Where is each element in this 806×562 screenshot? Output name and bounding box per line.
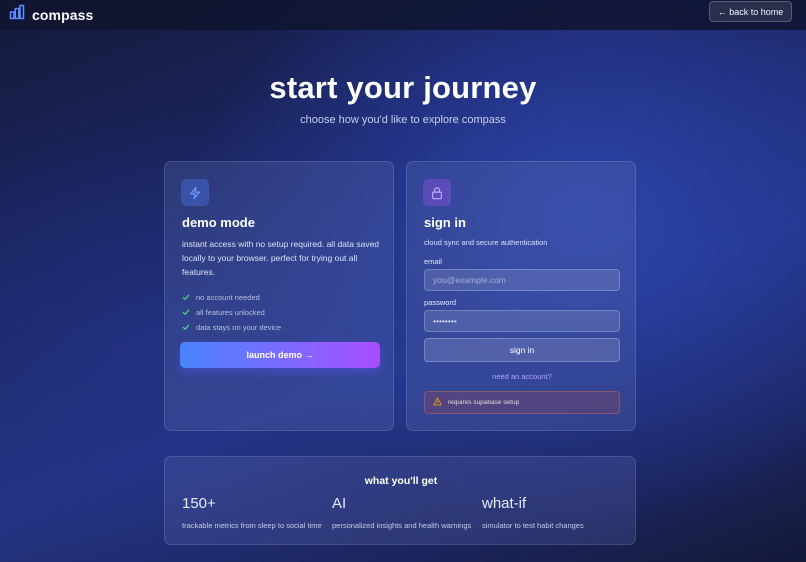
- stat-label: simulator to test habit changes: [482, 521, 584, 530]
- benefits-title: what you'll get: [364, 475, 438, 487]
- feature-item: no account needed: [182, 290, 281, 305]
- email-field[interactable]: you@example.com: [424, 269, 620, 291]
- demo-mode-card: demo mode instant access with no setup r…: [164, 161, 394, 431]
- demo-features-list: no account needed all features unlocked …: [182, 290, 281, 335]
- demo-mode-description: instant access with no setup required. a…: [182, 239, 380, 277]
- back-to-home-button[interactable]: ← back to home: [709, 1, 792, 22]
- stat-item: AI personalized insights and health warn…: [332, 495, 471, 530]
- stat-label: personalized insights and health warning…: [332, 521, 472, 530]
- check-icon: [182, 293, 190, 303]
- brand-name: compass: [32, 6, 94, 23]
- feature-item: all features unlocked: [182, 305, 281, 320]
- feature-label: data stays on your device: [196, 323, 282, 332]
- password-field[interactable]: ••••••••: [424, 310, 620, 332]
- benefits-section: what you'll get 150+ trackable metrics f…: [164, 456, 636, 545]
- sign-in-title: sign in: [424, 215, 466, 230]
- sign-in-card: sign in cloud sync and secure authentica…: [406, 161, 636, 431]
- feature-label: all features unlocked: [196, 308, 265, 317]
- bar-chart-icon: [9, 4, 25, 25]
- feature-item: data stays on your device: [182, 320, 281, 335]
- check-icon: [182, 323, 190, 333]
- stat-value: what-if: [482, 495, 527, 512]
- setup-warning-banner: requires supabase setup: [424, 391, 620, 414]
- stat-value: 150+: [182, 495, 216, 512]
- lock-icon: [423, 179, 451, 206]
- stat-item: what-if simulator to test habit changes: [482, 495, 584, 530]
- feature-label: no account needed: [196, 293, 260, 302]
- stat-item: 150+ trackable metrics from sleep to soc…: [182, 495, 322, 530]
- password-label: password: [424, 298, 457, 307]
- stat-label: trackable metrics from sleep to social t…: [182, 521, 322, 530]
- email-label: email: [424, 257, 442, 266]
- sign-in-subtitle: cloud sync and secure authentication: [424, 238, 548, 247]
- check-icon: [182, 308, 190, 318]
- sign-in-button[interactable]: sign in: [424, 338, 620, 362]
- launch-demo-button[interactable]: launch demo →: [180, 342, 380, 368]
- need-account-link[interactable]: need an account?: [424, 372, 620, 381]
- lightning-icon: [181, 179, 209, 206]
- stat-value: AI: [332, 495, 347, 512]
- demo-mode-title: demo mode: [182, 215, 255, 230]
- brand[interactable]: compass: [9, 4, 93, 25]
- page-subtitle: choose how you'd like to explore compass: [300, 114, 506, 126]
- top-bar: compass ← back to home: [0, 0, 806, 30]
- warning-text: requires supabase setup: [448, 399, 520, 406]
- warning-icon: [433, 397, 442, 408]
- page-title: start your journey: [269, 70, 537, 105]
